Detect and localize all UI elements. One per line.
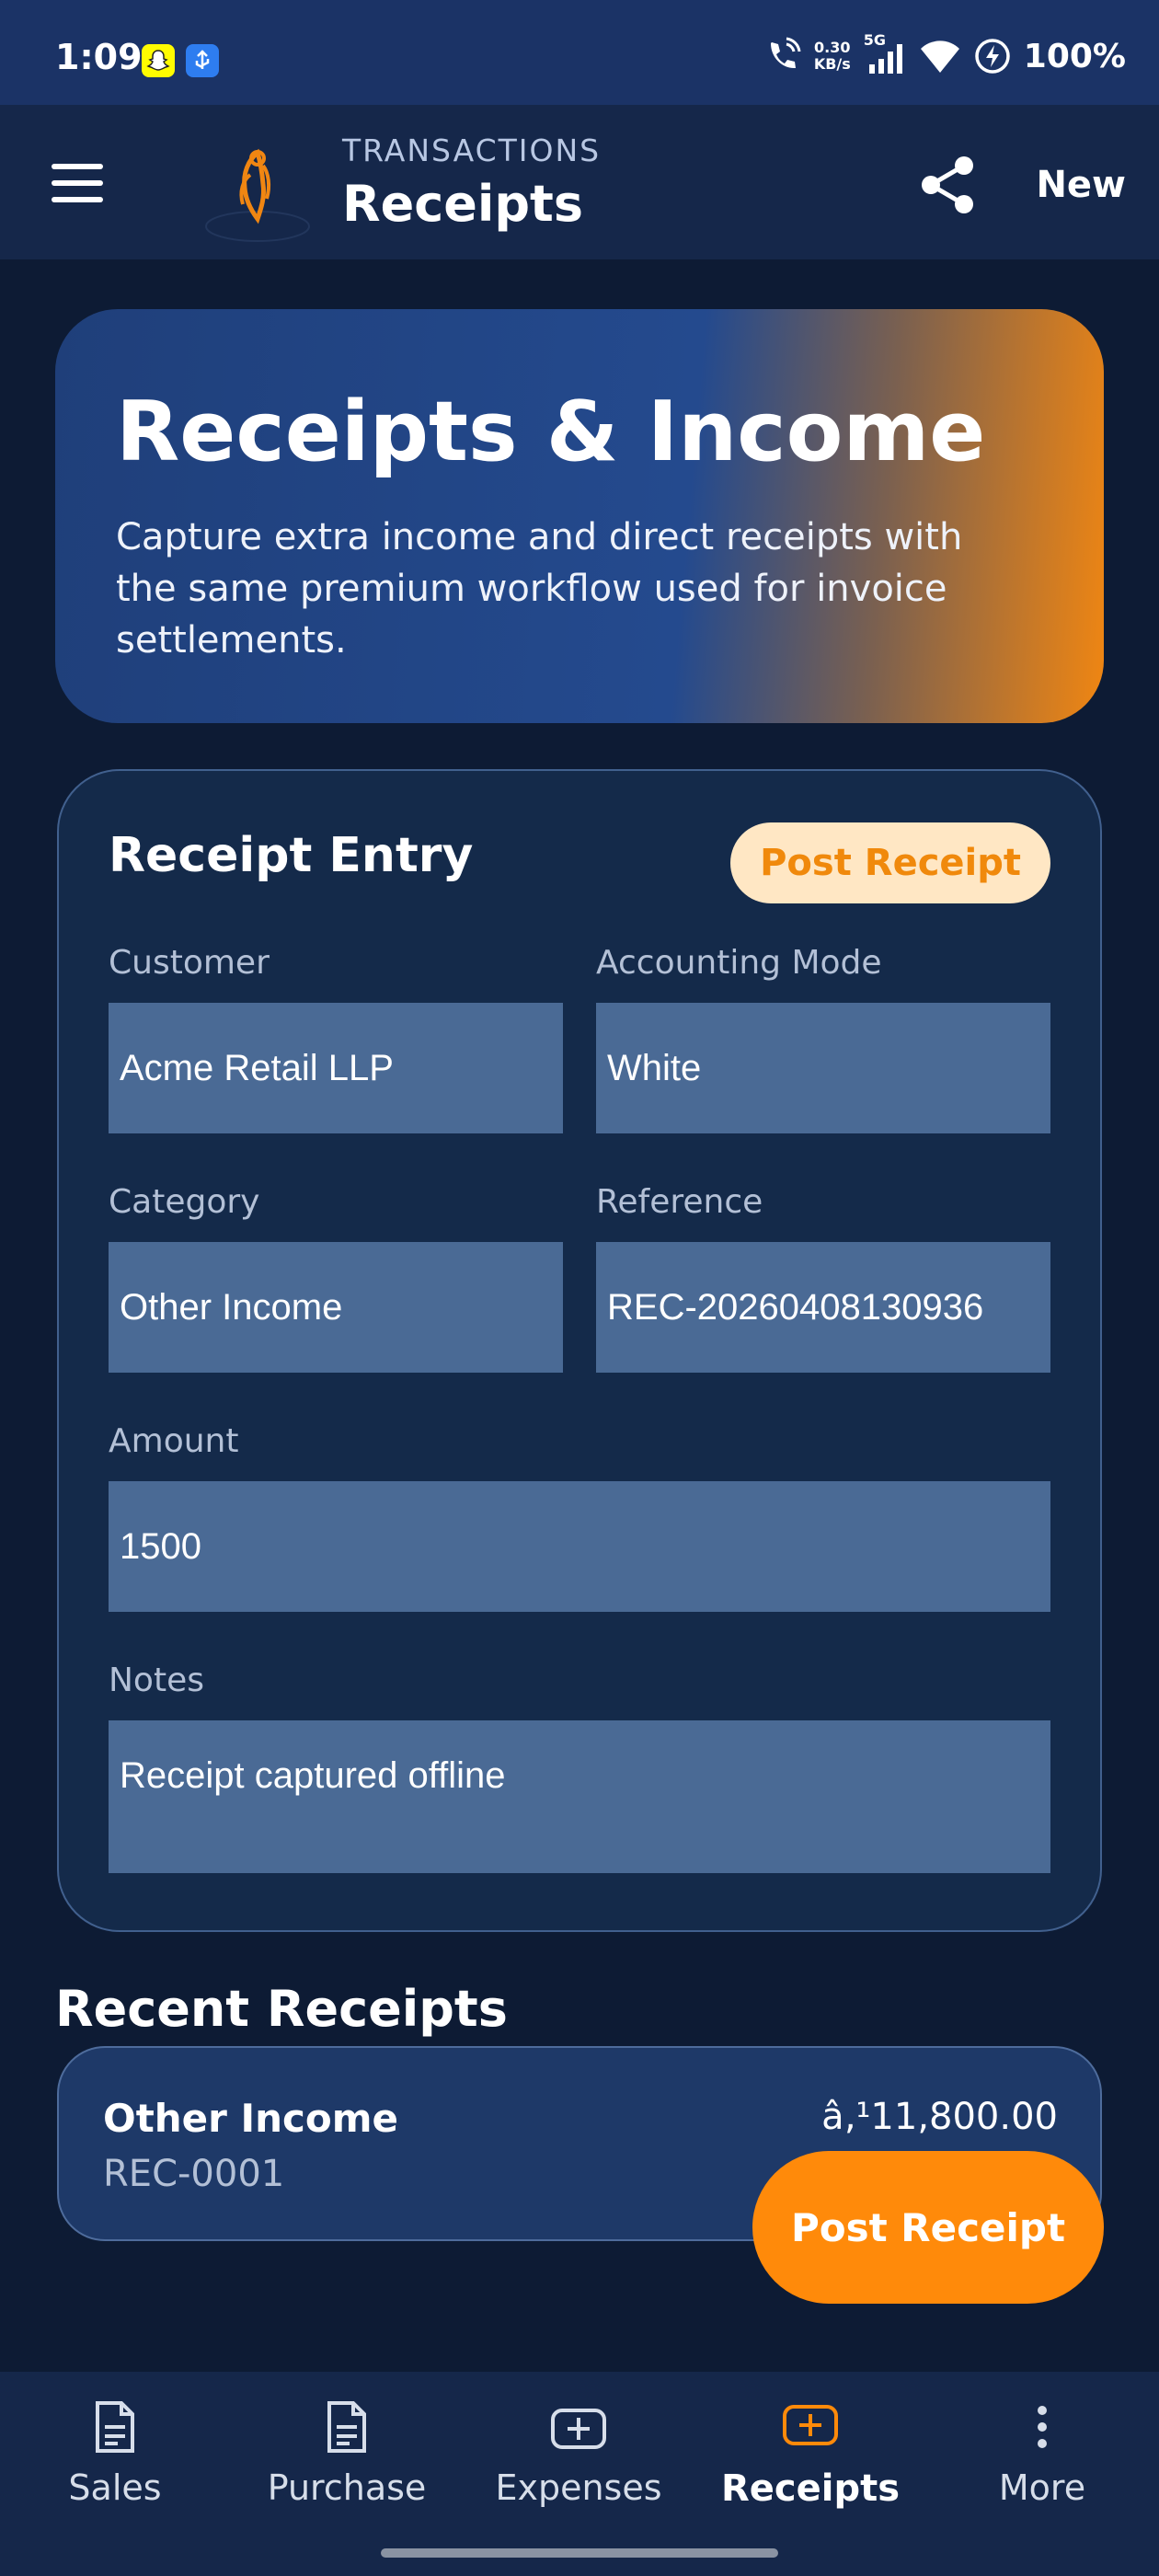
category-field[interactable]: Other Income [109, 1242, 563, 1373]
signal-icon: 5G [864, 31, 906, 75]
snapchat-icon [142, 44, 175, 77]
new-button[interactable]: New [1036, 164, 1126, 206]
amount-field[interactable]: 1500 [109, 1481, 1050, 1612]
hero-banner: Receipts & Income Capture extra income a… [55, 309, 1104, 723]
page-title: Receipts [342, 175, 583, 233]
receipt-amount: â‚¹11,800.00 [821, 2096, 1058, 2138]
battery-level: 100% [1023, 37, 1126, 75]
hero-title: Receipts & Income [116, 384, 986, 480]
nav-label-expenses: Expenses [495, 2467, 662, 2508]
reference-field[interactable]: REC-20260408130936 [596, 1242, 1050, 1373]
nav-item-expenses[interactable]: Expenses [473, 2399, 684, 2508]
status-indicators: 0.30 KB/s 5G 100% [763, 31, 1126, 75]
receipt-reference: REC-0001 [103, 2153, 285, 2195]
nav-item-receipts[interactable]: Receipts [705, 2399, 916, 2510]
customer-label: Customer [109, 944, 270, 982]
more-vertical-icon [1038, 2406, 1047, 2448]
nav-item-more[interactable]: More [936, 2399, 1148, 2508]
notes-label: Notes [109, 1662, 204, 1699]
call-icon [770, 37, 801, 69]
accounting-mode-field[interactable]: White [596, 1003, 1050, 1133]
notes-field[interactable]: Receipt captured offline [109, 1720, 1050, 1873]
usb-icon [186, 44, 219, 77]
status-time: 1:09 [55, 37, 143, 77]
post-receipt-button[interactable]: Post Receipt [752, 2151, 1104, 2304]
recent-receipts-title: Recent Receipts [55, 1980, 508, 2038]
receipt-entry-title: Receipt Entry [109, 828, 474, 883]
nav-label-more: More [998, 2467, 1086, 2508]
receipt-category: Other Income [103, 2096, 399, 2141]
charging-icon [975, 39, 1010, 74]
customer-field[interactable]: Acme Retail LLP [109, 1003, 563, 1133]
category-label: Category [109, 1183, 260, 1221]
app-bar: TRANSACTIONS Receipts New [0, 105, 1159, 259]
reference-label: Reference [596, 1183, 763, 1221]
net-speed: 0.30 KB/s [814, 40, 851, 73]
amount-label: Amount [109, 1422, 239, 1460]
home-indicator[interactable] [381, 2548, 778, 2558]
wifi-icon [920, 40, 959, 73]
share-icon[interactable] [916, 153, 981, 217]
nav-label-receipts: Receipts [720, 2467, 901, 2510]
accounting-mode-label: Accounting Mode [596, 944, 882, 982]
net-speed-value: 0.30 [814, 39, 851, 56]
nav-item-sales[interactable]: Sales [9, 2399, 221, 2508]
add-box-icon [551, 2409, 606, 2449]
hero-subtitle: Capture extra income and direct receipts… [116, 516, 963, 661]
post-receipt-chip[interactable]: Post Receipt [730, 822, 1050, 903]
net-speed-unit: KB/s [813, 55, 851, 73]
logo-icon [199, 138, 316, 248]
nav-label-purchase: Purchase [267, 2467, 427, 2508]
add-box-icon [783, 2405, 838, 2445]
app-bar-overline: TRANSACTIONS [342, 132, 602, 168]
document-icon [327, 2401, 366, 2453]
status-bar: 1:09 0.30 KB/s 5G 100% [0, 0, 1159, 105]
bottom-nav: Sales Purchase Expenses Receipts More [0, 2372, 1159, 2576]
receipt-entry-card: Receipt Entry Post Receipt Customer Acme… [57, 769, 1102, 1932]
nav-label-sales: Sales [68, 2467, 162, 2508]
document-icon [96, 2401, 134, 2453]
nav-item-purchase[interactable]: Purchase [241, 2399, 453, 2508]
menu-icon[interactable] [52, 164, 103, 204]
